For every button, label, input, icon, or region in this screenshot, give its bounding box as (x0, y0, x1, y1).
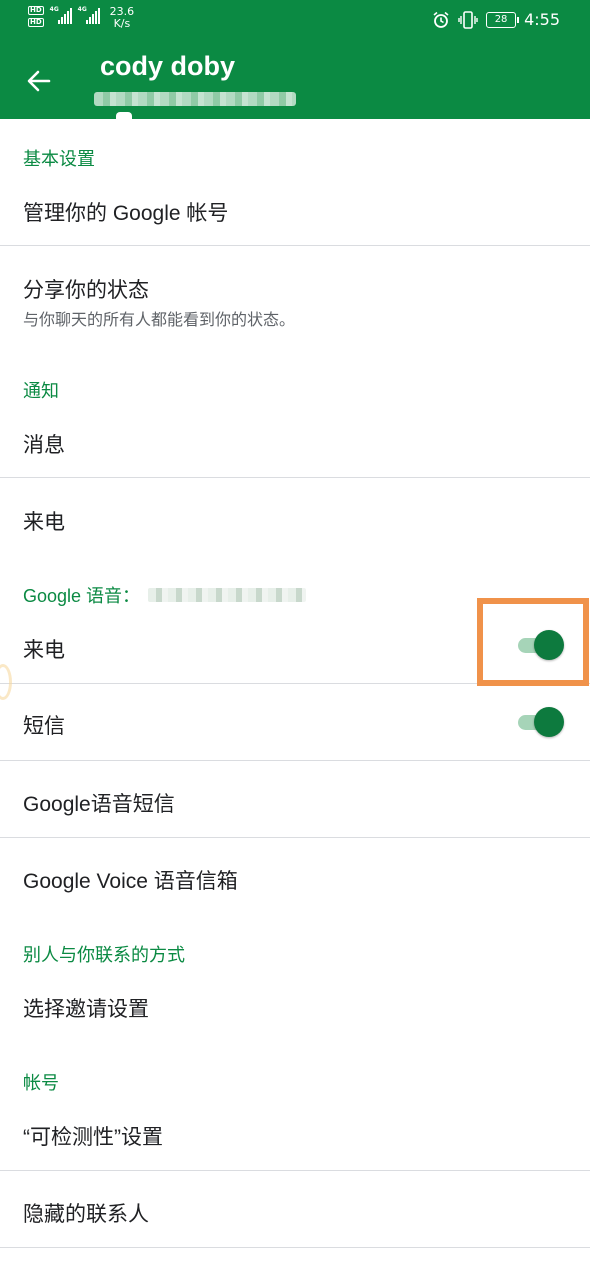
hd-badge-1: HD (28, 6, 44, 15)
share-status-item[interactable]: 分享你的状态 (23, 274, 149, 304)
manage-google-account-item[interactable]: 管理你的 Google 帐号 (23, 197, 228, 227)
section-header-contact: 别人与你联系的方式 (23, 945, 185, 965)
voice-sms-toggle[interactable] (516, 707, 564, 737)
divider (0, 1170, 590, 1171)
divider (0, 477, 590, 478)
google-voice-voicemail-item[interactable]: Google Voice 语音信箱 (23, 865, 238, 895)
signal-icon: 4G (50, 6, 72, 24)
divider (0, 837, 590, 838)
divider (0, 760, 590, 761)
account-email-redacted (94, 92, 296, 106)
google-voice-header-label: Google 语音： (23, 586, 141, 606)
hidden-contacts-item[interactable]: 隐藏的联系人 (23, 1198, 149, 1228)
hd-indicators: HD HD (28, 6, 44, 27)
status-bar: HD HD 4G 4G 23.6 K/s 28 4:55 (0, 0, 590, 42)
messages-notification-item[interactable]: 消息 (23, 429, 65, 459)
sim2-label: 4G (77, 6, 87, 13)
section-header-basic: 基本设置 (23, 149, 95, 169)
calls-notification-item[interactable]: 来电 (23, 506, 65, 536)
section-header-notifications: 通知 (23, 381, 59, 401)
edge-indicator (0, 664, 12, 700)
voice-sms-item[interactable]: 短信 (23, 710, 65, 740)
network-speed: 23.6 K/s (110, 6, 135, 30)
vibrate-icon (458, 10, 478, 29)
google-voice-sms-item[interactable]: Google语音短信 (23, 788, 175, 818)
clock: 4:55 (524, 10, 560, 29)
status-bar-right: 28 4:55 (432, 10, 560, 29)
sim1-label: 4G (49, 6, 59, 13)
signal-icon-2: 4G (78, 6, 100, 24)
status-bar-left: HD HD 4G 4G 23.6 K/s (28, 6, 134, 30)
arrow-back-icon[interactable] (22, 64, 56, 98)
phone-number-redacted (148, 588, 307, 602)
alarm-icon (433, 11, 449, 28)
battery-icon: 28 (486, 11, 520, 28)
page-title: cody doby (100, 51, 236, 81)
voice-sms-toggle-knob (534, 707, 564, 737)
section-header-google-voice: Google 语音： (23, 582, 307, 608)
divider (0, 1247, 590, 1248)
divider (0, 245, 590, 246)
share-status-description: 与你聊天的所有人都能看到你的状态。 (23, 312, 296, 329)
scroll-indicator (116, 112, 132, 119)
section-header-account: 帐号 (23, 1073, 59, 1093)
network-speed-unit: K/s (113, 17, 131, 30)
hd-badge-2: HD (28, 18, 44, 27)
invite-settings-item[interactable]: 选择邀请设置 (23, 993, 149, 1023)
highlight-box (477, 598, 589, 686)
voice-calls-item[interactable]: 来电 (23, 634, 65, 664)
discoverability-settings-item[interactable]: “可检测性”设置 (23, 1121, 163, 1151)
app-bar: cody doby (0, 42, 590, 119)
